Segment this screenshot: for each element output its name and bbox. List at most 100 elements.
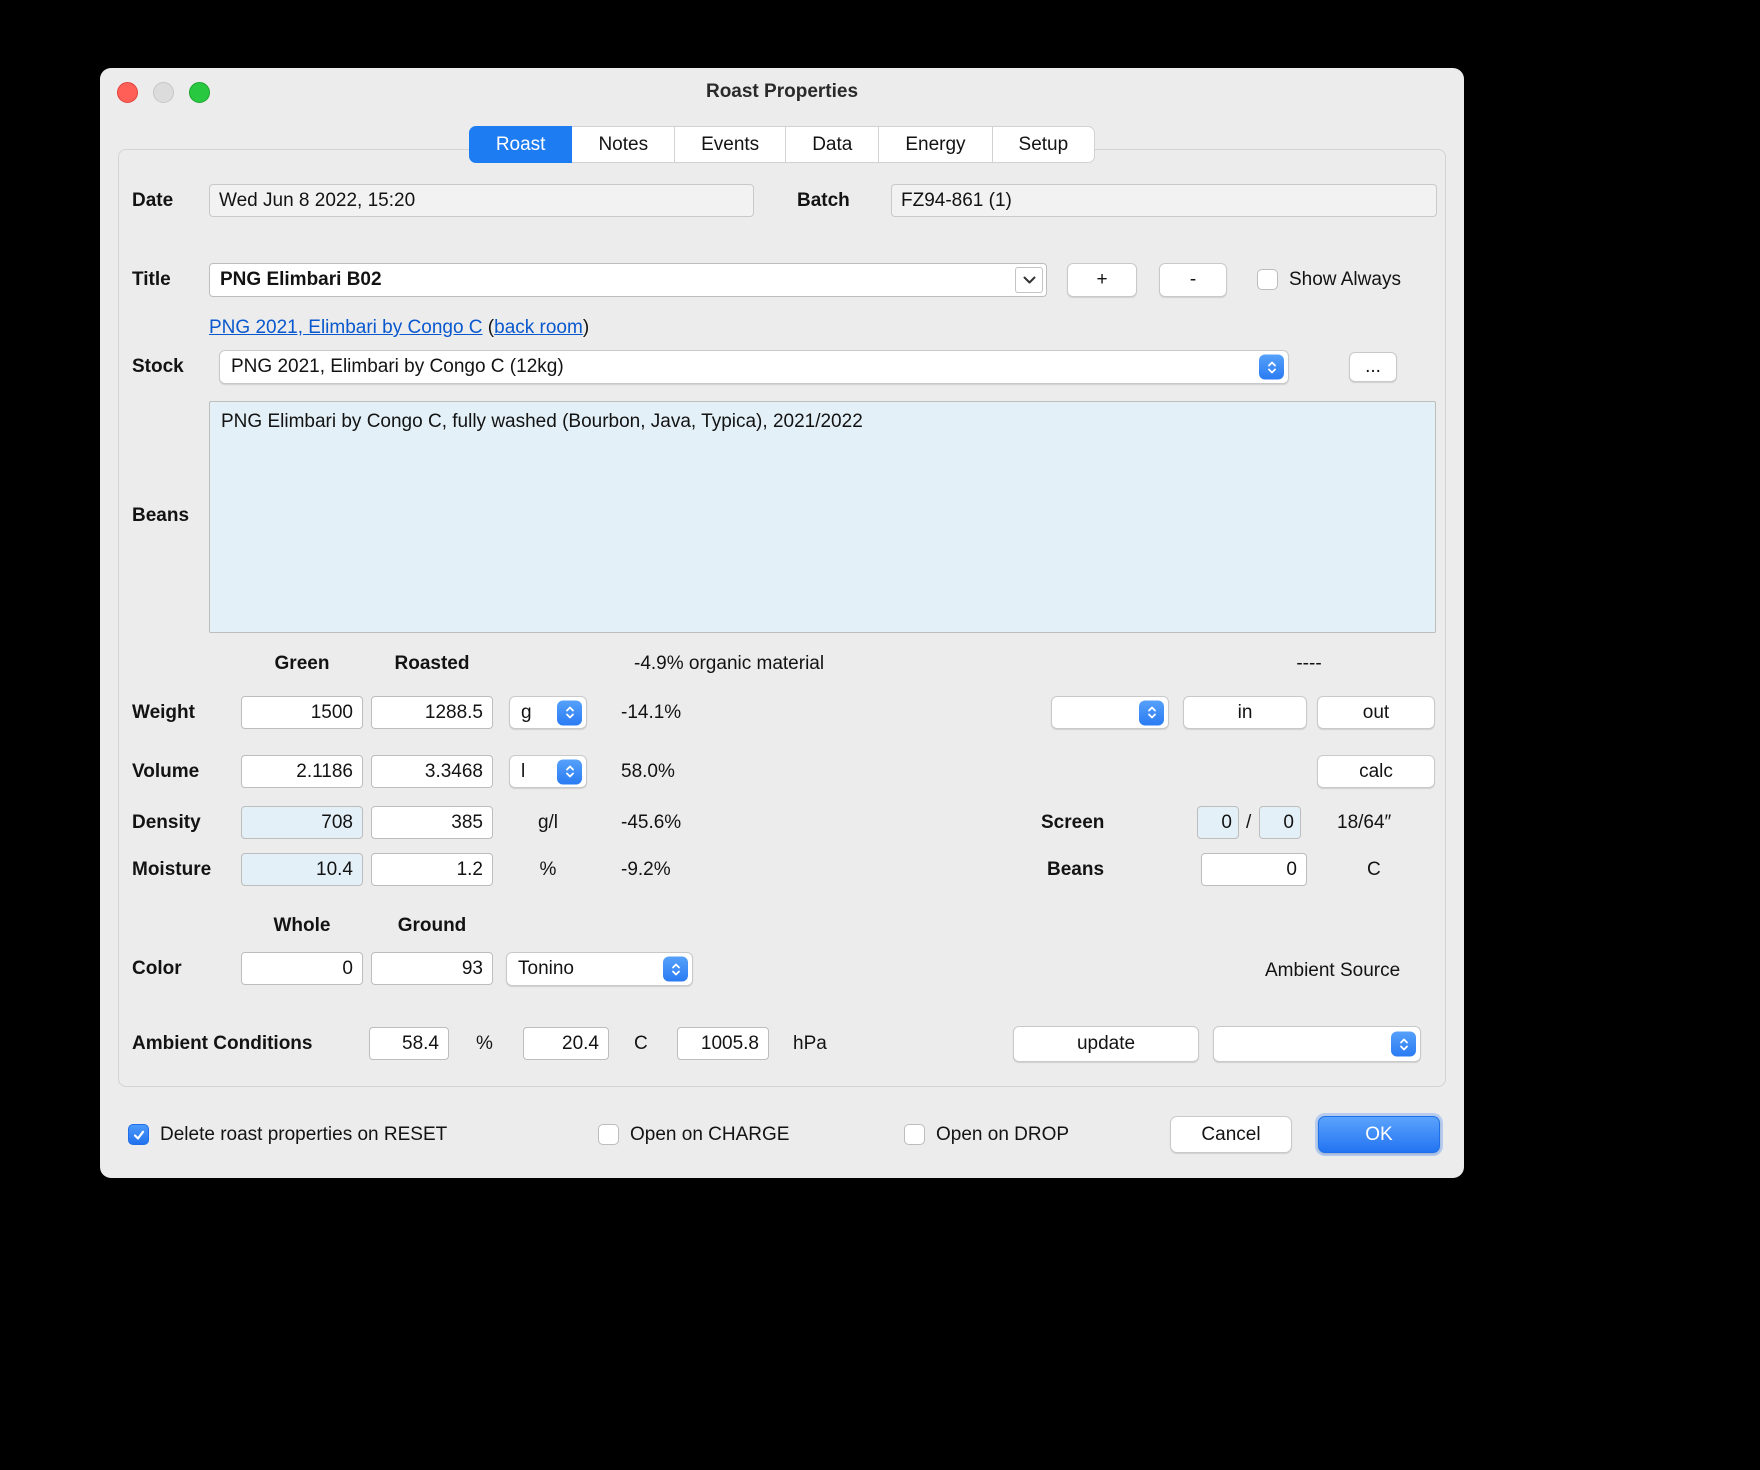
title-value: PNG Elimbari B02 xyxy=(220,269,382,291)
tab-energy[interactable]: Energy xyxy=(879,126,992,163)
batch-field[interactable] xyxy=(891,184,1437,217)
weight-in-button[interactable]: in xyxy=(1183,696,1307,729)
density-roasted-field[interactable] xyxy=(371,806,493,839)
batch-label: Batch xyxy=(797,184,850,217)
ambient-update-button[interactable]: update xyxy=(1013,1026,1199,1062)
humidity-field[interactable] xyxy=(369,1027,449,1060)
roasted-header: Roasted xyxy=(371,653,493,675)
delete-reset-checkbox[interactable] xyxy=(128,1124,149,1145)
minimize-window-icon xyxy=(153,82,174,103)
close-window-icon[interactable] xyxy=(117,82,138,103)
stock-value: PNG 2021, Elimbari by Congo C (12kg) xyxy=(231,356,564,378)
weight-percent: -14.1% xyxy=(621,696,681,729)
weight-green-field[interactable] xyxy=(241,696,363,729)
weight-out-button[interactable]: out xyxy=(1317,696,1435,729)
open-drop-label: Open on DROP xyxy=(936,1124,1069,1145)
volume-unit-select[interactable]: l xyxy=(509,755,587,788)
zoom-window-icon[interactable] xyxy=(189,82,210,103)
stepper-icon xyxy=(557,700,582,725)
beans-temp-field[interactable] xyxy=(1201,853,1307,886)
moisture-green-field[interactable] xyxy=(241,853,363,886)
cancel-button[interactable]: Cancel xyxy=(1170,1116,1292,1153)
beans-temp-unit: C xyxy=(1367,853,1381,886)
stock-more-button[interactable]: ... xyxy=(1349,352,1397,382)
density-percent: -45.6% xyxy=(621,806,681,839)
tab-bar: Roast Notes Events Data Energy Setup xyxy=(100,126,1464,163)
pressure-unit: hPa xyxy=(793,1027,827,1061)
open-charge-checkbox[interactable] xyxy=(598,1124,619,1145)
open-drop-checkbox[interactable] xyxy=(904,1124,925,1145)
green-header: Green xyxy=(241,653,363,675)
remove-title-button[interactable]: - xyxy=(1159,263,1227,297)
beans-temp-label: Beans xyxy=(1047,853,1104,886)
density-label: Density xyxy=(132,806,201,839)
roast-tab-panel: Date Batch Title PNG Elimbari B02 + - Sh… xyxy=(118,149,1446,1087)
screen-slash: / xyxy=(1246,806,1251,839)
ambient-source-select[interactable] xyxy=(1213,1026,1421,1062)
tab-roast[interactable]: Roast xyxy=(469,126,573,163)
temperature-unit: C xyxy=(634,1027,648,1061)
stepper-icon xyxy=(1139,700,1164,725)
stock-links: PNG 2021, Elimbari by Congo C (back room… xyxy=(209,317,589,339)
tab-events[interactable]: Events xyxy=(675,126,786,163)
whole-header: Whole xyxy=(241,915,363,937)
weight-roasted-field[interactable] xyxy=(371,696,493,729)
stepper-icon xyxy=(663,957,688,982)
tab-data[interactable]: Data xyxy=(786,126,879,163)
title-combobox[interactable]: PNG Elimbari B02 xyxy=(209,263,1047,297)
volume-percent: 58.0% xyxy=(621,755,675,788)
coffee-link[interactable]: PNG 2021, Elimbari by Congo C xyxy=(209,317,483,338)
dashes-text: ---- xyxy=(1259,653,1359,675)
pressure-field[interactable] xyxy=(677,1027,769,1060)
moisture-percent: -9.2% xyxy=(621,853,671,886)
delete-reset-label: Delete roast properties on RESET xyxy=(160,1124,447,1145)
screen-max-field[interactable] xyxy=(1259,806,1301,839)
density-unit: g/l xyxy=(509,806,587,839)
show-always-checkbox[interactable] xyxy=(1257,269,1278,290)
title-bar: Roast Properties xyxy=(100,68,1464,116)
color-meter-select[interactable]: Tonino xyxy=(506,952,693,986)
volume-label: Volume xyxy=(132,755,199,788)
date-label: Date xyxy=(132,184,173,217)
color-whole-field[interactable] xyxy=(241,952,363,985)
density-green-field[interactable] xyxy=(241,806,363,839)
stepper-icon xyxy=(1391,1032,1416,1057)
volume-unit-value: l xyxy=(521,761,525,783)
ambient-source-label: Ambient Source xyxy=(1265,960,1400,982)
moisture-unit: % xyxy=(509,853,587,886)
color-label: Color xyxy=(132,952,182,985)
beans-textarea[interactable]: PNG Elimbari by Congo C, fully washed (B… xyxy=(209,401,1436,633)
beans-label: Beans xyxy=(132,505,189,527)
title-label: Title xyxy=(132,263,171,297)
organic-loss-text: -4.9% organic material xyxy=(634,653,824,675)
weight-label: Weight xyxy=(132,696,195,729)
volume-roasted-field[interactable] xyxy=(371,755,493,788)
stock-select[interactable]: PNG 2021, Elimbari by Congo C (12kg) xyxy=(219,350,1289,384)
weight-unit-select[interactable]: g xyxy=(509,696,587,729)
date-field[interactable] xyxy=(209,184,754,217)
screen-min-field[interactable] xyxy=(1197,806,1239,839)
roast-properties-window: Roast Properties Roast Notes Events Data… xyxy=(100,68,1464,1178)
tab-notes[interactable]: Notes xyxy=(572,126,675,163)
ambient-conditions-label: Ambient Conditions xyxy=(132,1027,312,1061)
screen-label: Screen xyxy=(1041,806,1104,839)
color-meter-value: Tonino xyxy=(518,958,574,980)
stepper-icon xyxy=(557,759,582,784)
ground-header: Ground xyxy=(371,915,493,937)
location-link[interactable]: back room xyxy=(494,317,583,338)
stock-label: Stock xyxy=(132,350,184,384)
ok-button[interactable]: OK xyxy=(1318,1116,1440,1153)
humidity-unit: % xyxy=(476,1027,493,1061)
chevron-down-icon[interactable] xyxy=(1015,267,1043,293)
show-always-label: Show Always xyxy=(1289,263,1401,297)
volume-green-field[interactable] xyxy=(241,755,363,788)
moisture-roasted-field[interactable] xyxy=(371,853,493,886)
tab-setup[interactable]: Setup xyxy=(993,126,1096,163)
add-title-button[interactable]: + xyxy=(1067,263,1137,297)
temperature-field[interactable] xyxy=(523,1027,609,1060)
weight-source-select[interactable] xyxy=(1051,696,1169,729)
window-title: Roast Properties xyxy=(100,68,1464,116)
volume-calc-button[interactable]: calc xyxy=(1317,755,1435,788)
screen-size-text: 18/64″ xyxy=(1337,806,1391,839)
color-ground-field[interactable] xyxy=(371,952,493,985)
